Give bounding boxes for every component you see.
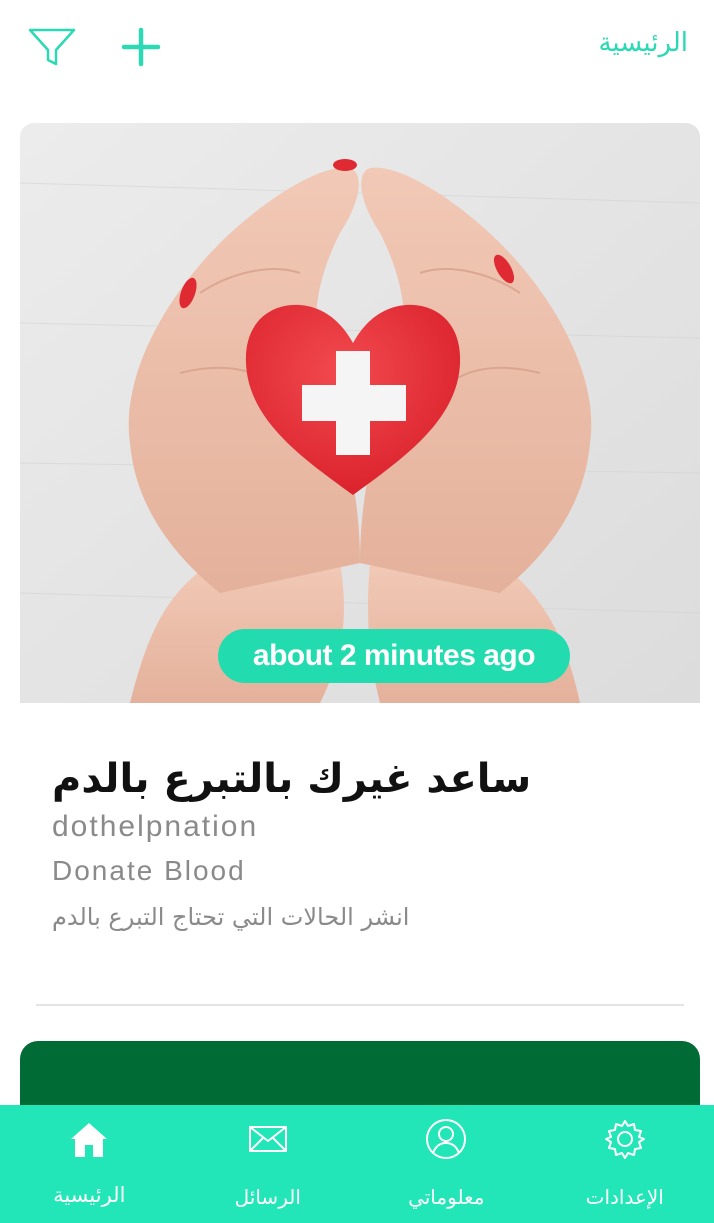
- nav-item-messages[interactable]: الرسائل: [179, 1105, 358, 1223]
- nav-item-home[interactable]: الرئيسية: [0, 1105, 179, 1223]
- post-username[interactable]: dothelpnation: [52, 810, 258, 844]
- time-ago-badge: about 2 minutes ago: [218, 629, 570, 683]
- gear-icon: [604, 1120, 645, 1159]
- nav-label-home: الرئيسية: [53, 1183, 126, 1207]
- post-title: ساعد غيرك بالتبرع بالدم: [52, 756, 532, 802]
- home-icon: [71, 1123, 108, 1157]
- page-title: الرئيسية: [598, 28, 688, 58]
- top-bar: الرئيسية: [0, 0, 714, 96]
- nav-label-settings: الإعدادات: [585, 1185, 664, 1209]
- post-card[interactable]: about 2 minutes ago: [20, 123, 700, 703]
- bottom-navigation: الرئيسية الرسائل معلوماتي الإعدادات: [0, 1105, 714, 1223]
- post-description: انشر الحالات التي تحتاج التبرع بالدم: [52, 903, 410, 931]
- filter-button[interactable]: [26, 24, 78, 68]
- nav-item-profile[interactable]: معلوماتي: [357, 1105, 536, 1223]
- post-category: Donate Blood: [52, 855, 246, 886]
- nav-item-settings[interactable]: الإعدادات: [536, 1105, 714, 1223]
- hands-holding-heart-icon: [20, 123, 700, 703]
- plus-icon: [121, 27, 161, 67]
- add-post-button[interactable]: [118, 24, 164, 70]
- mail-icon: [248, 1126, 287, 1152]
- divider: [36, 1004, 684, 1006]
- nav-label-profile: معلوماتي: [408, 1185, 485, 1209]
- profile-icon: [426, 1119, 467, 1159]
- filter-icon: [28, 28, 76, 66]
- nav-label-messages: الرسائل: [234, 1185, 301, 1209]
